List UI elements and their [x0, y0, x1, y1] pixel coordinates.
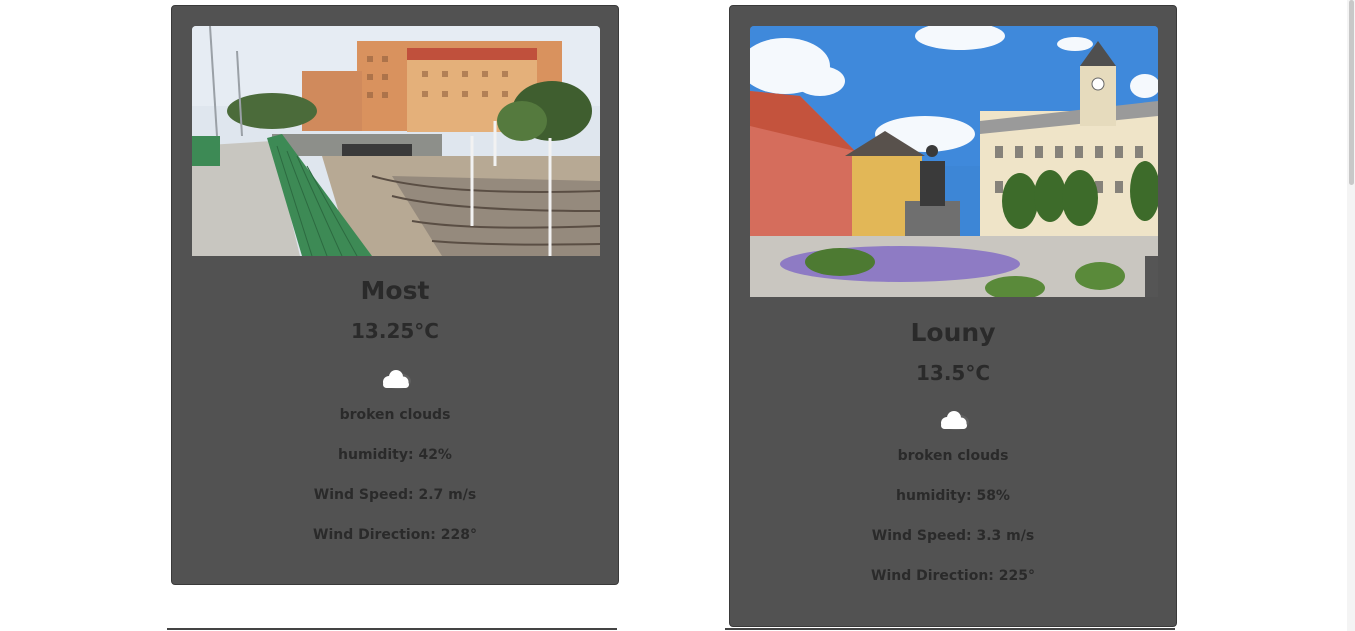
city-photo-most: [192, 26, 600, 256]
city-name: Most: [360, 276, 430, 305]
wind-direction: Wind Direction: 228°: [313, 527, 477, 543]
city-name: Louny: [910, 318, 996, 347]
weather-description: broken clouds: [339, 407, 451, 423]
divider: [725, 628, 1175, 630]
city-card-louny: Louny 13.5°C broken clouds humidity: 58%…: [729, 5, 1177, 627]
humidity: humidity: 42%: [338, 447, 452, 463]
wind-speed: Wind Speed: 3.3 m/s: [871, 528, 1035, 544]
temperature: 13.25°C: [351, 319, 439, 343]
weather-page: Most 13.25°C broken clouds humidity: 42%…: [0, 0, 1355, 631]
divider: [167, 628, 617, 630]
weather-description: broken clouds: [897, 448, 1009, 464]
temperature: 13.5°C: [915, 361, 991, 385]
cloud-icon: [377, 367, 413, 393]
cloud-icon: [935, 408, 971, 434]
wind-direction: Wind Direction: 225°: [871, 568, 1035, 584]
humidity: humidity: 58%: [896, 488, 1010, 504]
wind-speed: Wind Speed: 2.7 m/s: [313, 487, 477, 503]
city-card-most: Most 13.25°C broken clouds humidity: 42%…: [171, 5, 619, 585]
city-photo-louny: [750, 26, 1158, 297]
vertical-scrollbar[interactable]: [1347, 0, 1355, 631]
scrollbar-thumb[interactable]: [1349, 0, 1354, 185]
